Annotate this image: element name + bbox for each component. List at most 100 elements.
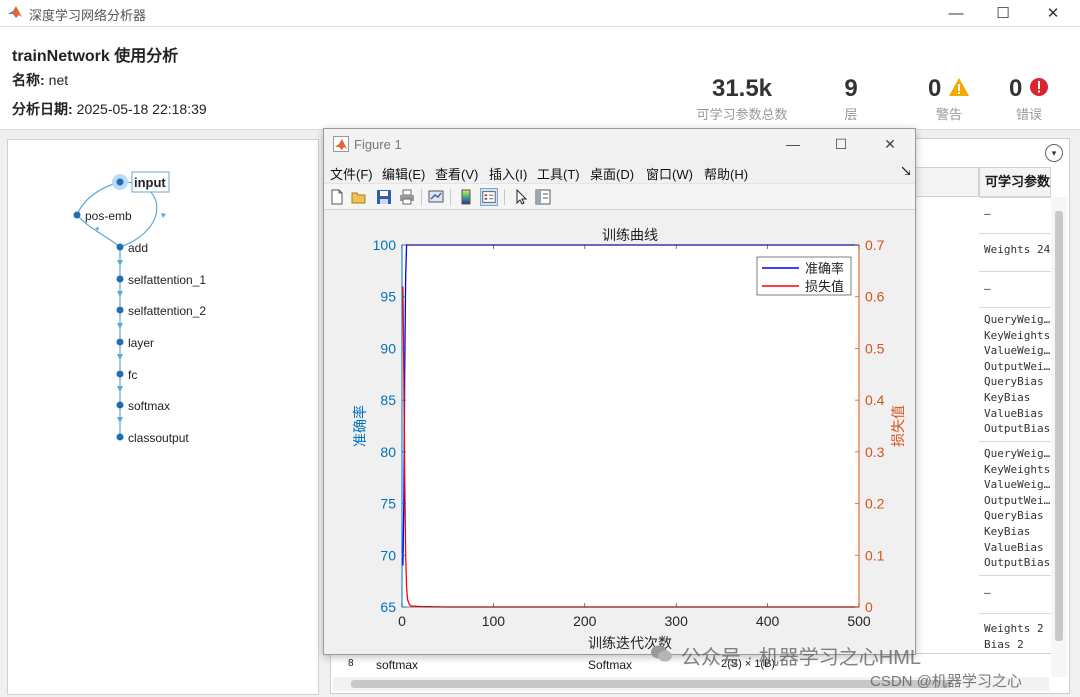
select-pointer-icon[interactable] (512, 188, 530, 206)
layers-value: 9 (844, 75, 858, 102)
graph-node-label[interactable]: layer (128, 336, 154, 350)
errors-stat[interactable]: 0 错误 (1000, 75, 1058, 123)
menu-help[interactable]: 帮助(H) (704, 164, 748, 183)
property-editor-icon[interactable] (534, 188, 552, 206)
left-y-tick-label: 70 (380, 547, 396, 563)
menu-edit[interactable]: 编辑(E) (382, 164, 425, 183)
errors-value: 0 (1008, 75, 1023, 102)
app-titlebar: 深度学习网络分析器 — ☐ ✕ (0, 0, 1080, 27)
menu-view[interactable]: 查看(V) (435, 164, 478, 183)
graph-node-label[interactable]: classoutput (128, 431, 189, 445)
network-graph-panel[interactable]: input pos-emb add selfattention_1 selfat… (7, 139, 319, 695)
plot-area (402, 245, 859, 607)
toolbar-separator (450, 189, 451, 205)
arrow-marker (117, 323, 123, 329)
arrow-marker (117, 417, 123, 423)
graph-node-softmax[interactable] (116, 401, 124, 409)
warnings-stat[interactable]: 0 警告 (918, 75, 980, 123)
x-tick-label: 200 (573, 613, 597, 629)
vertical-scrollbar[interactable] (1051, 197, 1067, 677)
link-plot-icon[interactable] (427, 188, 445, 206)
arrow-marker (117, 354, 123, 360)
scrollbar-thumb[interactable] (351, 680, 951, 688)
close-button[interactable]: ✕ (1030, 0, 1076, 27)
graph-node-label[interactable]: selfattention_2 (128, 304, 206, 318)
left-y-tick-label: 95 (380, 289, 396, 305)
figure-canvas[interactable]: 0 100 200 300 400 500 65 70 75 80 85 90 95 100 0 0.1 0.2… (325, 211, 915, 654)
graph-node-selfattention-1[interactable] (116, 275, 124, 283)
figure-close-button[interactable]: ✕ (868, 129, 912, 159)
figure-toolbar (324, 183, 915, 210)
scrollbar-thumb[interactable] (1055, 211, 1063, 641)
table-header-params[interactable]: 可学习参数 (979, 167, 1051, 197)
graph-node-label[interactable]: pos-emb (85, 209, 132, 223)
figure-maximize-button[interactable]: ☐ (819, 129, 863, 159)
menu-tools[interactable]: 工具(T) (537, 164, 580, 183)
error-icon (1030, 78, 1049, 96)
right-y-tick-label: 0.4 (865, 392, 885, 408)
arrow-marker (117, 291, 123, 297)
graph-node-label[interactable]: fc (128, 368, 137, 382)
menu-file[interactable]: 文件(F) (330, 164, 373, 183)
left-y-tick-label: 80 (380, 444, 396, 460)
right-y-axis-label: 损失值 (890, 405, 906, 447)
right-y-tick-label: 0.7 (865, 237, 885, 253)
table-cell: – (979, 575, 1051, 613)
right-y-tick-label: 0.3 (865, 444, 885, 460)
graph-node-selfattention-2[interactable] (116, 306, 124, 314)
params-stat: 31.5k 可学习参数总数 (692, 75, 792, 123)
graph-node-classoutput[interactable] (116, 433, 124, 441)
print-icon[interactable] (398, 188, 416, 206)
table-cell: – (979, 271, 1051, 307)
maximize-button[interactable]: ☐ (980, 0, 1026, 27)
figure-minimize-button[interactable]: — (771, 129, 815, 159)
menu-window[interactable]: 窗口(W) (646, 164, 693, 183)
graph-node-label[interactable]: selfattention_1 (128, 273, 206, 287)
errors-label: 错误 (1015, 107, 1042, 122)
x-tick-label: 100 (482, 613, 506, 629)
left-y-tick-label: 75 (380, 496, 396, 512)
graph-node-layer[interactable] (116, 338, 124, 346)
wechat-logo-icon (651, 645, 672, 662)
name-label: 名称: (12, 72, 45, 88)
open-icon[interactable] (350, 188, 368, 206)
dock-arrow-icon[interactable] (902, 167, 910, 175)
graph-node-label[interactable]: input (134, 175, 166, 190)
graph-node-label[interactable]: add (128, 241, 148, 255)
params-total-value: 31.5k (711, 75, 773, 102)
arrow-marker (161, 213, 166, 218)
toolbar-separator (504, 189, 505, 205)
colorbar-icon[interactable] (457, 188, 475, 206)
legend-label-loss: 损失值 (805, 279, 844, 294)
row-layer-name: softmax (376, 658, 419, 672)
layer-graph[interactable]: input pos-emb add selfattention_1 selfat… (8, 140, 318, 694)
params-total-label: 可学习参数总数 (696, 107, 788, 122)
legend-icon[interactable] (480, 188, 498, 206)
layers-label: 层 (844, 107, 858, 122)
left-y-tick-label: 85 (380, 392, 396, 408)
matlab-logo-icon (333, 136, 349, 152)
figure-titlebar[interactable]: Figure 1 — ☐ ✕ (324, 129, 915, 159)
warning-icon (949, 78, 970, 96)
x-tick-label: 0 (398, 613, 406, 629)
name-row: 名称: net (12, 70, 68, 90)
graph-node-fc[interactable] (116, 370, 124, 378)
chart-title: 训练曲线 (602, 227, 658, 243)
save-icon[interactable] (375, 188, 393, 206)
analysis-header: trainNetwork 使用分析 名称: net 分析日期: 2025-05-18… (0, 27, 1080, 130)
menu-desktop[interactable]: 桌面(D) (590, 164, 634, 183)
graph-node-add[interactable] (116, 243, 124, 251)
training-curve-chart[interactable]: 0 100 200 300 400 500 65 70 75 80 85 90 95 100 0 0.1 0.2… (325, 211, 915, 654)
table-options-button[interactable]: ▾ (1045, 144, 1063, 162)
new-figure-icon[interactable] (328, 188, 346, 206)
graph-node-label[interactable]: softmax (128, 399, 170, 413)
graph-node-pos-emb[interactable] (73, 211, 81, 219)
graph-node-input[interactable] (116, 178, 124, 186)
minimize-button[interactable]: — (933, 0, 979, 27)
right-y-tick-label: 0.1 (865, 547, 885, 563)
legend-label-accuracy: 准确率 (805, 261, 844, 276)
chart-legend[interactable]: 准确率 损失值 (756, 256, 852, 296)
menu-insert[interactable]: 插入(I) (489, 164, 527, 183)
watermark-text: 公众号 · 机器学习之心HML (681, 647, 921, 669)
figure-window[interactable]: Figure 1 — ☐ ✕ 文件(F) 编辑(E) 查看(V) 插入(I) 工… (323, 128, 916, 655)
